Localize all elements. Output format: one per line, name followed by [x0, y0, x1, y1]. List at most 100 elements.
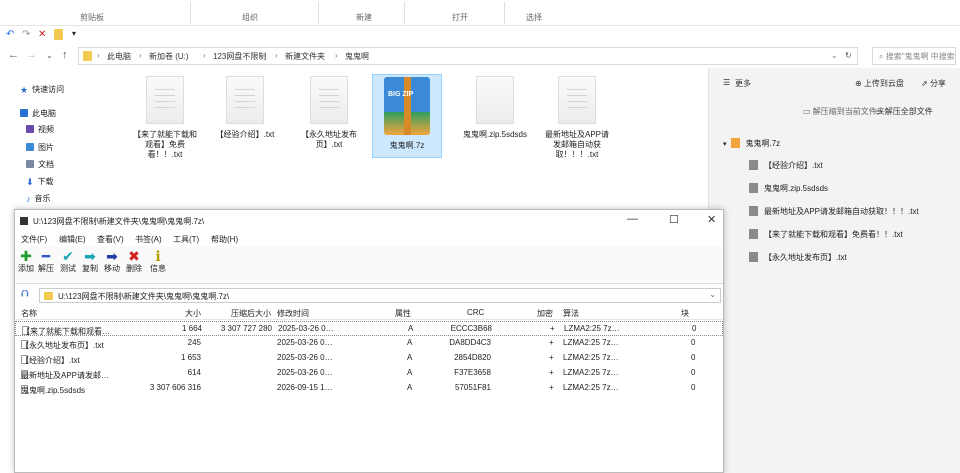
video-icon	[26, 125, 34, 133]
ribbon-separator	[404, 2, 405, 24]
file-item[interactable]: 【经验介绍】.txt	[210, 76, 280, 140]
back-icon[interactable]: ←	[8, 49, 19, 61]
close-button[interactable]: ✕	[707, 213, 716, 226]
copy-button[interactable]: ➡ 复制	[81, 248, 99, 274]
archive-entry[interactable]: 【来了就能下载和观看】免费看！！.txt	[749, 229, 903, 240]
menu-icon[interactable]: ☰	[723, 78, 730, 87]
maximize-button[interactable]: ☐	[669, 213, 679, 226]
archive-tree-root[interactable]: ▾ 鬼鬼啊.7z	[723, 138, 780, 149]
menu-view[interactable]: 查看(V)	[97, 234, 124, 245]
move-button[interactable]: ➡ 移动	[103, 248, 121, 274]
table-row[interactable]: 【来了就能下载和观看… 1 664 3 307 727 280 2025-03-…	[15, 321, 723, 336]
col-block[interactable]: 块	[681, 308, 689, 319]
col-packed[interactable]: 压缩后大小	[215, 308, 271, 319]
test-button[interactable]: ✔ 测试	[59, 248, 77, 274]
chevron-down-icon[interactable]: ⌄	[831, 51, 838, 60]
upload-cloud-button[interactable]: ⊕ 上传到云盘	[855, 78, 904, 89]
folder-icon[interactable]	[54, 29, 63, 40]
nav-quick-access[interactable]: ★ 快速访问	[20, 84, 64, 96]
menu-edit[interactable]: 编辑(E)	[59, 234, 86, 245]
text-file-icon	[226, 76, 264, 124]
breadcrumb-current[interactable]: 鬼鬼啊	[345, 51, 369, 62]
delete-button[interactable]: ✖ 删除	[125, 248, 143, 274]
minimize-button[interactable]: —	[627, 213, 638, 225]
search-input[interactable]: ⌕ 搜索"鬼鬼啊 中搜索	[872, 47, 956, 65]
forward-icon[interactable]: →	[26, 49, 37, 61]
breadcrumb-drive[interactable]: 新加卷 (U:)	[149, 51, 189, 62]
chevron-down-icon[interactable]: ⌄	[709, 290, 716, 299]
table-row[interactable]: 【经验介绍】.txt 1 653 2025-03-26 0… A 2854D82…	[15, 351, 723, 366]
extract-here-button[interactable]: ▭ 解压缩到当前文件夹	[803, 106, 885, 117]
nav-downloads[interactable]: ⬇ 下载	[26, 176, 54, 188]
extract-all-button[interactable]: ▭ 解压全部文件	[875, 106, 933, 117]
col-attr[interactable]: 属性	[395, 308, 411, 319]
customize-qat-icon[interactable]: ▾	[72, 29, 76, 38]
col-method[interactable]: 算法	[563, 308, 579, 319]
undo-icon[interactable]: ↶	[6, 29, 14, 40]
extract-icon: ━	[41, 248, 51, 264]
info-icon: ℹ	[155, 248, 161, 264]
redo-icon[interactable]: ↷	[22, 29, 30, 40]
archive-entry[interactable]: 鬼鬼啊.zip.5sdsds	[749, 183, 828, 194]
menu-tools[interactable]: 工具(T)	[173, 234, 199, 245]
col-modified[interactable]: 修改时间	[277, 308, 309, 319]
col-size[interactable]: 大小	[165, 308, 201, 319]
download-icon: ⬇	[26, 177, 34, 187]
window-title: U:\123网盘不限制\新建文件夹\鬼鬼啊\鬼鬼啊.7z\	[33, 217, 205, 226]
breadcrumb-folder-123[interactable]: 123网盘不限制	[213, 51, 266, 62]
table-row[interactable]: 最新地址及APP请发邮… 614 2025-03-26 0… A F37E365…	[15, 366, 723, 381]
archive-entry[interactable]: 【经验介绍】.txt	[749, 160, 823, 171]
text-file-icon	[146, 76, 184, 124]
file-item[interactable]: 最新地址及APP请发邮箱自动获取！！！.txt	[542, 76, 612, 160]
menu-help[interactable]: 帮助(H)	[211, 234, 238, 245]
table-row[interactable]: 【永久地址发布页】.txt 245 2025-03-26 0… A DA8DD4…	[15, 336, 723, 351]
file-item[interactable]: 鬼鬼啊.zip.5sdsds	[460, 76, 530, 140]
breadcrumb-this-pc[interactable]: 此电脑	[107, 51, 131, 62]
quick-access-toolbar: ↶ ↷ ✕ ▾	[0, 26, 960, 44]
computer-icon	[20, 109, 28, 117]
refresh-icon[interactable]: ↻	[845, 51, 852, 60]
breadcrumb-new-folder[interactable]: 新建文件夹	[285, 51, 325, 62]
file-item[interactable]: 【永久地址发布页】.txt	[294, 76, 364, 150]
preview-panel: ☰ 更多 ⊕ 上传到云盘 ⇗ 分享 ▭ 解压缩到当前文件夹 ▭ 解压全部文件 ▾…	[708, 68, 960, 473]
title-bar[interactable]: U:\123网盘不限制\新建文件夹\鬼鬼啊\鬼鬼啊.7z\ — ☐ ✕	[15, 210, 723, 232]
file-item[interactable]: 【来了就能下载和观看】免费看！！.txt	[130, 76, 200, 160]
up-icon[interactable]: ↑	[62, 49, 68, 61]
menu-bookmarks[interactable]: 书签(A)	[135, 234, 162, 245]
ribbon-group-clipboard: 剪贴板	[80, 13, 104, 22]
ribbon: 剪贴板 组织 新建 打开 选择	[0, 0, 960, 26]
archive-entry[interactable]: 【永久地址发布页】.txt	[749, 252, 847, 263]
archive-icon	[730, 138, 740, 148]
nav-this-pc[interactable]: 此电脑	[20, 108, 56, 119]
file-icon	[749, 206, 758, 216]
recent-locations-icon[interactable]: ⌄	[46, 51, 53, 60]
column-header: 名称 大小 压缩后大小 修改时间 属性 CRC 加密 算法 块	[15, 306, 723, 320]
nav-music[interactable]: ♪ 音乐	[26, 193, 51, 204]
share-button[interactable]: ⇗ 分享	[921, 78, 946, 89]
col-crc[interactable]: CRC	[467, 308, 484, 317]
archive-icon: BIG ZIP	[384, 77, 430, 135]
add-button[interactable]: ✚ 添加	[17, 248, 35, 274]
test-icon: ✔	[62, 248, 74, 264]
picture-icon	[26, 143, 34, 151]
ribbon-group-organize: 组织	[242, 13, 258, 22]
delete-icon[interactable]: ✕	[38, 29, 46, 40]
more-label[interactable]: 更多	[735, 78, 751, 89]
path-input[interactable]: U:\123网盘不限制\新建文件夹\鬼鬼啊\鬼鬼啊.7z\ ⌄	[39, 288, 721, 303]
up-folder-icon[interactable]: ⮉	[21, 289, 29, 300]
table-row[interactable]: 鬼鬼啊.zip.5sdsds 3 307 606 316 2026-09-15 …	[15, 381, 723, 396]
document-icon	[26, 160, 34, 168]
nav-videos[interactable]: 视频	[26, 124, 54, 135]
nav-pictures[interactable]: 图片	[26, 142, 54, 153]
archive-entry[interactable]: 最新地址及APP请发邮箱自动获取！！！.txt	[749, 206, 919, 217]
extract-button[interactable]: ━ 解压	[37, 248, 55, 274]
chevron-down-icon: ▾	[723, 141, 727, 148]
info-button[interactable]: ℹ 信息	[149, 248, 167, 274]
col-encrypted[interactable]: 加密	[537, 308, 553, 319]
file-item-selected[interactable]: BIG ZIP 鬼鬼啊.7z	[372, 74, 442, 158]
nav-documents[interactable]: 文档	[26, 159, 54, 170]
address-row: ← → ⌄ ↑ › 此电脑 › 新加卷 (U:) › 123网盘不限制 › 新建…	[0, 44, 960, 68]
address-bar[interactable]: › 此电脑 › 新加卷 (U:) › 123网盘不限制 › 新建文件夹 › 鬼鬼…	[78, 47, 858, 65]
menu-file[interactable]: 文件(F)	[21, 234, 47, 245]
col-name[interactable]: 名称	[21, 308, 37, 319]
